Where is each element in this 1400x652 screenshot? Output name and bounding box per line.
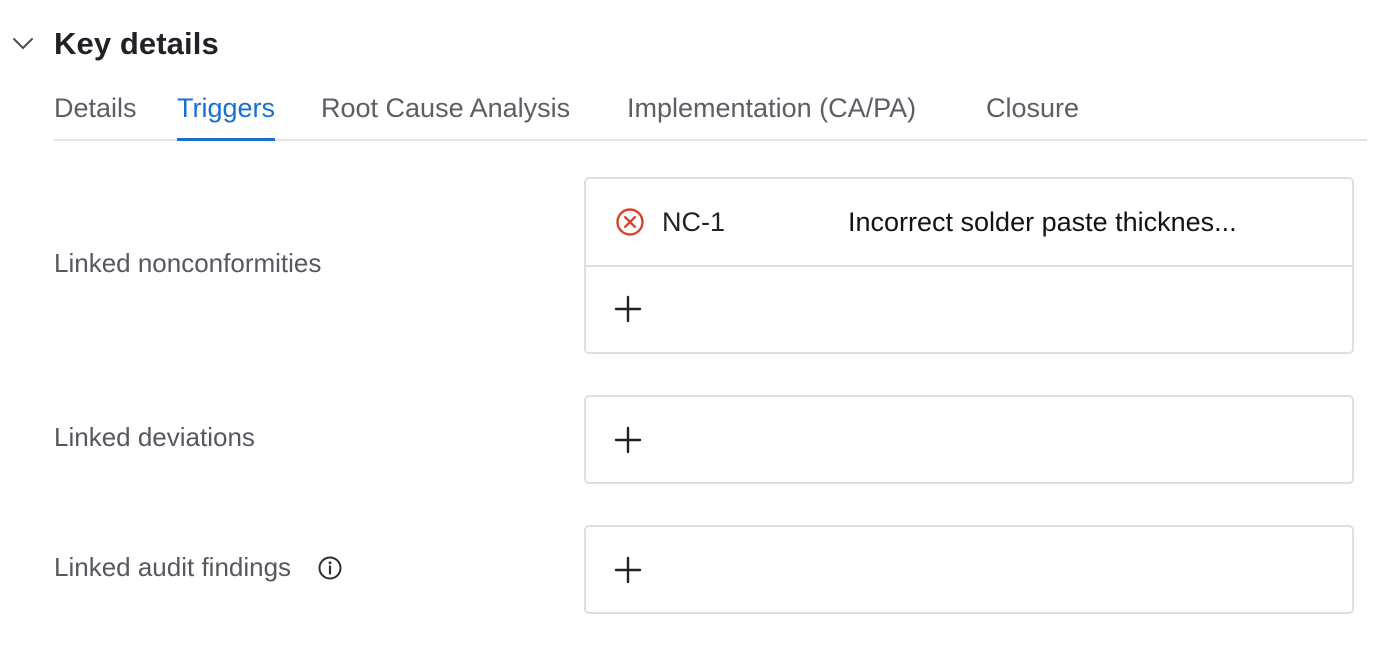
linked-nonconformities-label: Linked nonconformities (54, 248, 321, 279)
tab-triggers[interactable]: Triggers (177, 84, 276, 141)
plus-icon[interactable] (606, 418, 650, 462)
linked-deviations-label: Linked deviations (54, 422, 255, 453)
tab-bar: Details Triggers Root Cause Analysis Imp… (54, 84, 1367, 141)
key-details-panel: Key details Details Triggers Root Cause … (0, 0, 1400, 652)
linked-audit-findings-label: Linked audit findings (54, 552, 343, 583)
nonconformity-id: NC-1 (662, 206, 726, 237)
add-nonconformity-row (586, 265, 1352, 351)
info-icon[interactable] (317, 555, 343, 581)
linked-deviations-label-text: Linked deviations (54, 422, 255, 452)
nonconformity-title: Incorrect solder paste thicknes... (848, 206, 1237, 237)
tab-details[interactable]: Details (54, 84, 137, 139)
linked-nonconformity-item[interactable]: NC-1 Incorrect solder paste thicknes... (586, 179, 1352, 265)
chevron-down-icon[interactable] (10, 31, 36, 57)
section-title: Key details (54, 26, 219, 61)
linked-nonconformities-box: NC-1 Incorrect solder paste thicknes... (584, 177, 1354, 354)
tab-closure[interactable]: Closure (986, 84, 1079, 139)
remove-circle-icon[interactable] (614, 206, 646, 238)
plus-icon[interactable] (606, 287, 650, 331)
tab-implementation[interactable]: Implementation (CA/PA) (627, 84, 916, 139)
section-header: Key details (10, 22, 219, 66)
add-deviation-row (586, 397, 1352, 482)
linked-audit-findings-label-text: Linked audit findings (54, 552, 292, 582)
linked-nonconformities-label-text: Linked nonconformities (54, 248, 322, 278)
linked-audit-findings-box (584, 525, 1354, 614)
add-audit-finding-row (586, 527, 1352, 612)
linked-deviations-box (584, 395, 1354, 484)
tab-root-cause-analysis[interactable]: Root Cause Analysis (321, 84, 570, 139)
plus-icon[interactable] (606, 548, 650, 592)
